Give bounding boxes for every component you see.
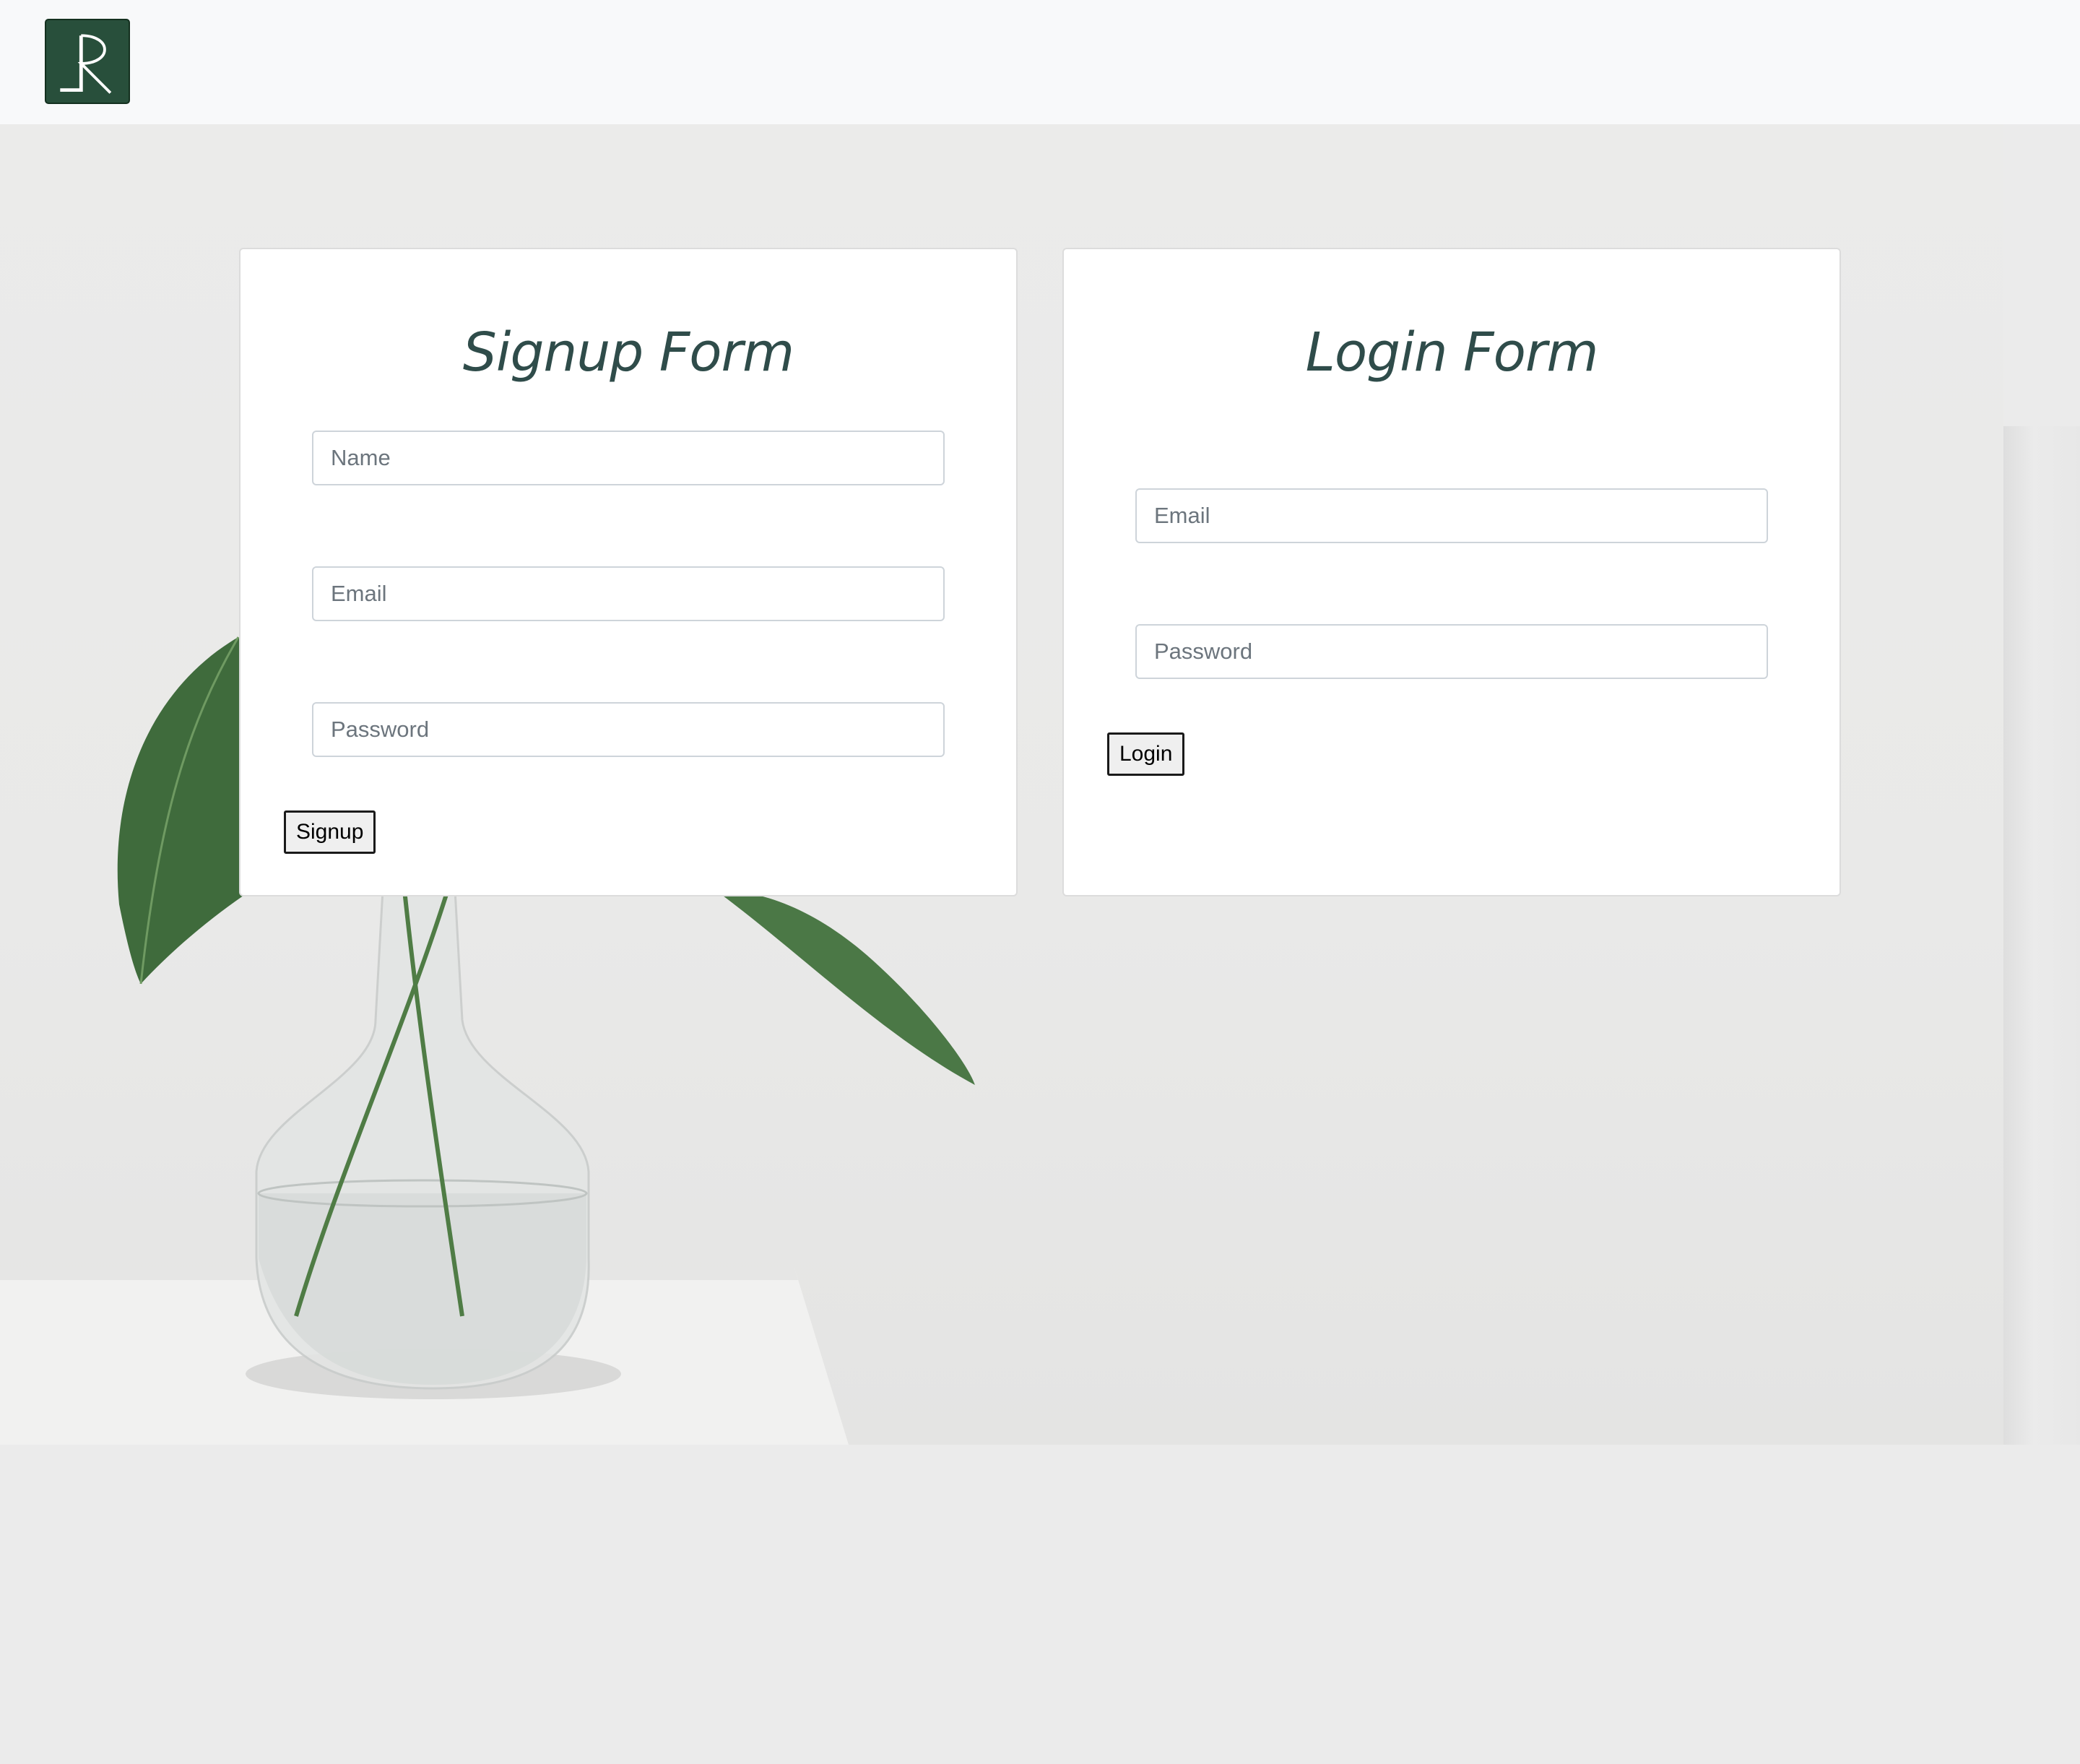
logo-r-icon[interactable] — [45, 19, 130, 104]
login-button[interactable]: Login — [1107, 732, 1185, 776]
signup-button[interactable]: Signup — [284, 810, 376, 854]
background-edge — [2003, 426, 2080, 1445]
signup-email-input[interactable] — [312, 566, 945, 621]
login-title: Login Form — [1305, 321, 1599, 384]
signup-password-input[interactable] — [312, 702, 945, 757]
login-password-input[interactable] — [1135, 624, 1768, 679]
login-email-input[interactable] — [1135, 488, 1768, 543]
signup-name-input[interactable] — [312, 431, 945, 485]
top-navbar — [0, 0, 2080, 124]
signup-title: Signup Form — [462, 321, 794, 384]
signup-card: Signup Form Signup — [239, 248, 1018, 896]
login-card: Login Form Login — [1062, 248, 1841, 896]
